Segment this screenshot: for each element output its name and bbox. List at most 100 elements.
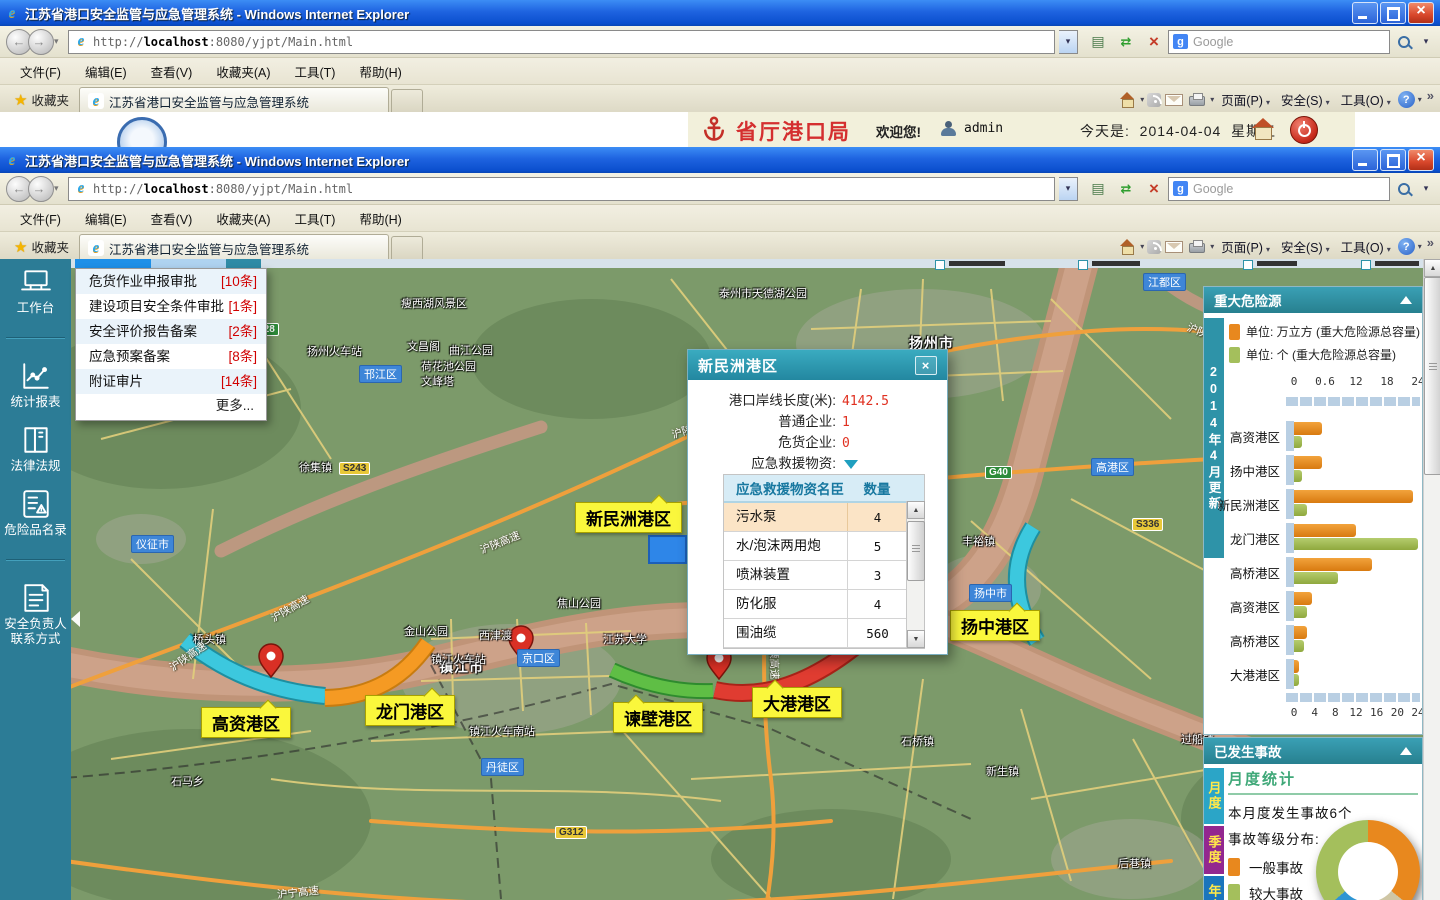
sidebar-collapse-arrow[interactable]: [71, 611, 80, 627]
help-icon[interactable]: [1398, 238, 1415, 255]
bar-volume[interactable]: [1294, 592, 1312, 605]
table-row[interactable]: 喷淋装置3: [724, 561, 907, 590]
logout-power-icon[interactable]: [1290, 116, 1318, 144]
scroll-thumb[interactable]: [1424, 277, 1440, 475]
address-dropdown-button[interactable]: [1059, 30, 1078, 54]
history-dropdown-icon[interactable]: [54, 36, 64, 47]
table-scrollbar[interactable]: [906, 501, 924, 648]
help-icon[interactable]: [1398, 91, 1415, 108]
search-options-dropdown[interactable]: [1418, 29, 1434, 55]
menu-item[interactable]: 收藏夹(A): [206, 206, 280, 231]
command-button[interactable]: 工具(O): [1337, 235, 1395, 258]
table-row[interactable]: 防化服4: [724, 590, 907, 619]
scroll-up-button[interactable]: [907, 501, 925, 519]
bar-count[interactable]: [1294, 674, 1299, 686]
sidebar-item-5[interactable]: 安全负责人联系方式: [0, 575, 71, 654]
table-row[interactable]: 污水泵4: [724, 503, 907, 532]
maximize-button[interactable]: [1380, 149, 1406, 171]
rss-icon[interactable]: [1147, 93, 1161, 107]
chevron-down-icon[interactable]: [1418, 95, 1422, 104]
rss-icon[interactable]: [1147, 240, 1161, 254]
bar-count[interactable]: [1294, 436, 1302, 448]
browser-tab[interactable]: 江苏省港口安全监管与应急管理系统: [79, 234, 389, 261]
window-titlebar[interactable]: 江苏省港口安全监管与应急管理系统 - Windows Internet Expl…: [0, 0, 1440, 26]
bar-volume[interactable]: [1294, 626, 1307, 639]
menu-item[interactable]: 文件(F): [10, 206, 71, 231]
bar-count[interactable]: [1294, 538, 1418, 550]
favorites-button[interactable]: 收藏夹: [4, 86, 79, 114]
menu-item[interactable]: 工具(T): [284, 206, 345, 231]
period-tab-2[interactable]: 季度: [1204, 826, 1224, 874]
refresh-button[interactable]: [1112, 29, 1140, 55]
period-tab-1[interactable]: 月度: [1204, 768, 1224, 824]
layer-checkbox[interactable]: [1243, 260, 1253, 270]
search-box[interactable]: Google: [1168, 177, 1390, 201]
new-tab-stub[interactable]: [391, 89, 423, 114]
todo-menu-item[interactable]: 危货作业申报审批[10条]: [76, 269, 266, 294]
search-box[interactable]: Google: [1168, 30, 1390, 54]
bar-count[interactable]: [1294, 504, 1307, 516]
banner-home-icon[interactable]: [1250, 116, 1276, 142]
window-scrollbar[interactable]: [1423, 259, 1440, 900]
chevron-down-icon[interactable]: [1210, 242, 1214, 251]
scroll-thumb[interactable]: [907, 521, 925, 581]
bar-count[interactable]: [1294, 572, 1338, 584]
favorites-button[interactable]: 收藏夹: [4, 233, 79, 261]
layer-checkbox[interactable]: [935, 260, 945, 270]
forward-button[interactable]: [28, 29, 54, 55]
minimize-button[interactable]: [1352, 149, 1378, 171]
table-row[interactable]: 水/泡沫两用炮5: [724, 532, 907, 561]
todo-menu-item[interactable]: 应急预案备案[8条]: [76, 344, 266, 369]
layer-checkbox[interactable]: [1361, 260, 1371, 270]
menu-item[interactable]: 帮助(H): [349, 206, 411, 231]
todo-more-link[interactable]: 更多...: [76, 394, 266, 418]
close-button[interactable]: [1408, 2, 1434, 24]
menu-item[interactable]: 查看(V): [141, 59, 203, 84]
bar-volume[interactable]: [1294, 490, 1413, 503]
print-icon[interactable]: [1187, 238, 1207, 256]
browser-tab[interactable]: 江苏省港口安全监管与应急管理系统: [79, 87, 389, 114]
scroll-up-button[interactable]: [1424, 259, 1440, 277]
scroll-down-button[interactable]: [907, 630, 925, 648]
minimize-button[interactable]: [1352, 2, 1378, 24]
sidebar-item-3[interactable]: 法律法规: [0, 417, 71, 481]
toolbar-overflow-chevron[interactable]: [1427, 235, 1434, 250]
todo-menu-item[interactable]: 建设项目安全条件审批[1条]: [76, 294, 266, 319]
menu-item[interactable]: 编辑(E): [75, 206, 137, 231]
search-button[interactable]: [1390, 29, 1418, 55]
port-zone-xinminzhou[interactable]: [649, 536, 686, 563]
address-bar[interactable]: http://localhost:8080/yjpt/Main.html: [68, 177, 1055, 201]
menu-item[interactable]: 编辑(E): [75, 59, 137, 84]
menu-item[interactable]: 查看(V): [141, 206, 203, 231]
command-button[interactable]: 安全(S): [1277, 88, 1334, 111]
mail-icon[interactable]: [1164, 238, 1184, 256]
compatibility-view-icon[interactable]: [1084, 176, 1112, 202]
command-button[interactable]: 工具(O): [1337, 88, 1395, 111]
menu-item[interactable]: 帮助(H): [349, 59, 411, 84]
refresh-button[interactable]: [1112, 176, 1140, 202]
panel-header[interactable]: 重大危险源: [1204, 287, 1422, 313]
bar-count[interactable]: [1294, 640, 1304, 652]
bar-volume[interactable]: [1294, 660, 1299, 673]
maximize-button[interactable]: [1380, 2, 1406, 24]
forward-button[interactable]: [28, 176, 54, 202]
new-tab-stub[interactable]: [391, 236, 423, 261]
rescue-supplies-expander[interactable]: 应急救援物资:: [688, 452, 947, 473]
stop-button[interactable]: [1140, 176, 1168, 202]
dialog-close-button[interactable]: [915, 356, 937, 375]
command-button[interactable]: 安全(S): [1277, 235, 1334, 258]
close-button[interactable]: [1408, 149, 1434, 171]
triangle-down-icon[interactable]: [844, 460, 858, 469]
search-options-dropdown[interactable]: [1418, 176, 1434, 202]
bar-volume[interactable]: [1294, 558, 1372, 571]
todo-menu-item[interactable]: 安全评价报告备案[2条]: [76, 319, 266, 344]
command-button[interactable]: 页面(P): [1217, 88, 1274, 111]
address-bar[interactable]: http://localhost:8080/yjpt/Main.html: [68, 30, 1055, 54]
sidebar-item-2[interactable]: 统计报表: [0, 353, 71, 417]
sidebar-item-4[interactable]: 危险品名录: [0, 481, 71, 545]
chevron-down-icon[interactable]: [1140, 242, 1144, 251]
home-icon[interactable]: [1117, 91, 1137, 109]
period-tab-3[interactable]: 年度: [1204, 876, 1224, 900]
collapse-triangle-icon[interactable]: [1400, 296, 1412, 304]
table-row[interactable]: 围油缆560: [724, 619, 907, 648]
